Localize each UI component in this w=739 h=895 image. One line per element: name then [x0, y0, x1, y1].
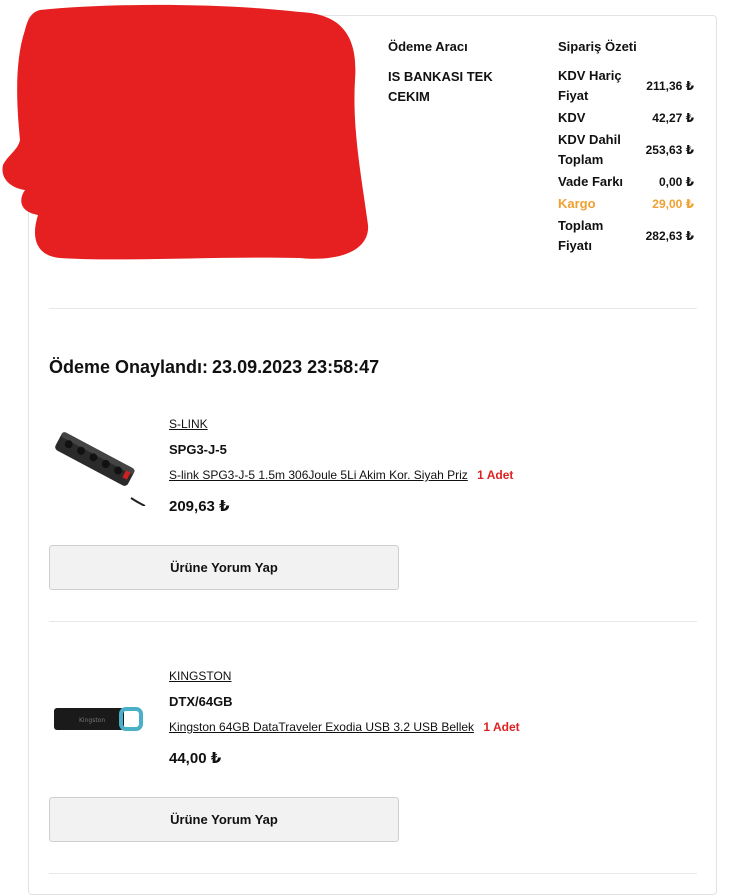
item-name-line: S-link SPG3-J-5 1.5m 306Joule 5Li Akim K… [169, 468, 513, 482]
redaction-mark [2, 4, 369, 260]
review-product-button[interactable]: Ürüne Yorum Yap [49, 797, 399, 842]
item-sku: DTX/64GB [169, 694, 233, 709]
summary-label: KDV [558, 110, 586, 125]
review-product-button[interactable]: Ürüne Yorum Yap [49, 545, 399, 590]
summary-value: 42,27 ₺ [652, 111, 694, 125]
summary-value: 0,00 ₺ [658, 175, 694, 189]
usb-drive-image: Kingston [54, 707, 143, 731]
summary-value: 211,36 ₺ [646, 79, 694, 93]
confirmed-label: Ödeme Onaylandı: [49, 357, 209, 377]
summary-value: 253,63 ₺ [645, 143, 694, 157]
payment-method-title: Ödeme Aracı [388, 39, 468, 54]
order-summary: KDV Hariç Fiyat 211,36 ₺ KDV 42,27 ₺ KDV… [558, 65, 694, 257]
item-price: 209,63 ₺ [169, 498, 230, 515]
item-quantity: 1 Adet [477, 468, 514, 482]
item-brand[interactable]: S-LINK [169, 417, 208, 431]
item-name-line: Kingston 64GB DataTraveler Exodia USB 3.… [169, 720, 520, 734]
power-strip-image [55, 432, 146, 506]
section-divider [49, 621, 697, 622]
item-name-link[interactable]: S-link SPG3-J-5 1.5m 306Joule 5Li Akim K… [169, 468, 468, 482]
summary-label: KDV Hariç Fiyat [558, 68, 622, 103]
confirmed-datetime: 23.09.2023 23:58:47 [212, 357, 380, 377]
item-name-link[interactable]: Kingston 64GB DataTraveler Exodia USB 3.… [169, 720, 474, 734]
payment-confirmed-heading: Ödeme Onaylandı: 23.09.2023 23:58:47 [49, 357, 379, 378]
summary-label: Toplam Fiyatı [558, 218, 604, 253]
summary-value: 282,63 ₺ [645, 229, 694, 243]
summary-label: KDV Dahil Toplam [558, 132, 621, 167]
svg-text:Kingston: Kingston [79, 717, 105, 724]
payment-method-value: IS BANKASI TEK CEKIM [388, 69, 493, 104]
item-sku: SPG3-J-5 [169, 442, 227, 457]
summary-row-subtotal: KDV Hariç Fiyat 211,36 ₺ [558, 65, 694, 107]
summary-label: Kargo [558, 196, 596, 211]
item-quantity: 1 Adet [483, 720, 520, 734]
summary-row-total-incl-tax: KDV Dahil Toplam 253,63 ₺ [558, 129, 694, 171]
order-summary-title: Sipariş Özeti [558, 39, 637, 54]
summary-row-grand-total: Toplam Fiyatı 282,63 ₺ [558, 215, 694, 257]
item-brand[interactable]: KINGSTON [169, 669, 231, 683]
summary-value: 29,00 ₺ [652, 197, 694, 211]
summary-row-tax: KDV 42,27 ₺ [558, 107, 694, 129]
summary-row-shipping: Kargo 29,00 ₺ [558, 193, 694, 215]
item-price: 44,00 ₺ [169, 750, 222, 767]
summary-label: Vade Farkı [558, 174, 624, 189]
summary-row-installment-diff: Vade Farkı 0,00 ₺ [558, 171, 694, 193]
section-divider [49, 308, 697, 309]
